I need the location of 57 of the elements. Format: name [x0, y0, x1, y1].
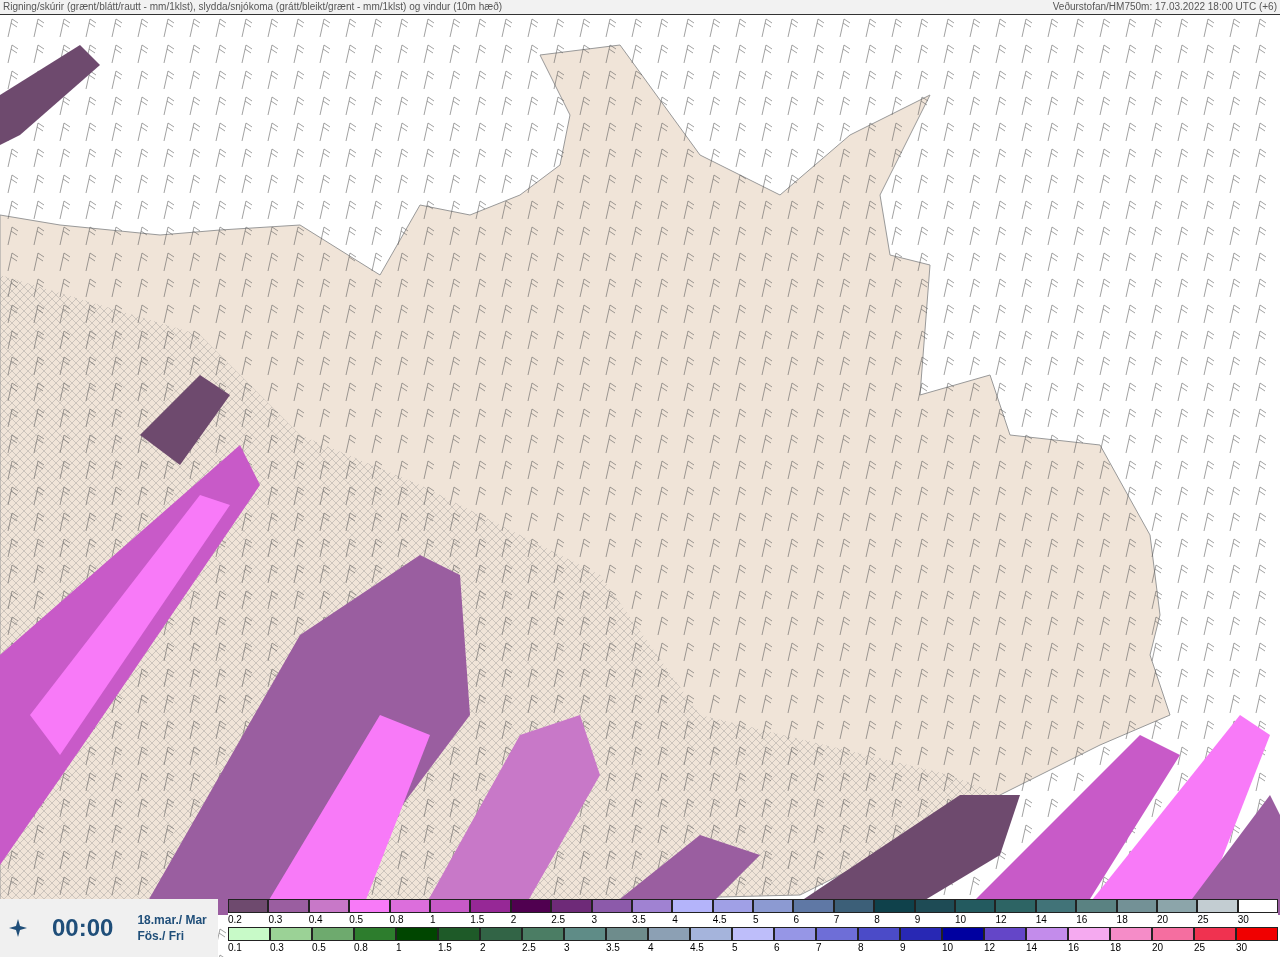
legend-value: 0.5: [312, 942, 326, 953]
forecast-time: 00:00: [52, 913, 114, 943]
legend-value: 0.8: [389, 914, 404, 925]
legend-value: 9: [914, 914, 921, 925]
legend-value: 3.5: [606, 942, 620, 953]
legend-value: 1: [429, 914, 436, 925]
legend-value: 16: [1068, 942, 1080, 953]
legend-value: 0.2: [228, 914, 242, 925]
legend-value: 3: [591, 914, 598, 925]
legend-value: 0.3: [270, 942, 284, 953]
legend-value: 0.8: [354, 942, 368, 953]
legend-value: 7: [816, 942, 822, 953]
legend-value: 18: [1116, 914, 1128, 925]
legend-value: 5: [753, 914, 759, 925]
legend-value: 4: [648, 942, 654, 953]
legend-value: 6: [793, 914, 800, 925]
legend-value: 18: [1110, 942, 1122, 953]
forecast-date: Fös./ Fri: [137, 928, 186, 944]
legend-value: 14: [1035, 914, 1047, 925]
legend-value: 7: [833, 914, 840, 925]
legend-value: 0.5: [349, 914, 364, 925]
legend-value: 9: [900, 942, 906, 953]
legend-value: 12: [995, 914, 1007, 925]
legend-value: 1.5: [470, 914, 485, 925]
legend-value: 5: [732, 942, 738, 953]
legend-value: 8: [858, 942, 864, 953]
legend-value: 10: [955, 914, 967, 925]
legend-value: 12: [984, 942, 996, 953]
legend-value: 0.1: [228, 942, 242, 953]
legend-value: 30: [1237, 914, 1249, 925]
source-timestamp: Veðurstofan/HM750m: 17.03.2022 18:00 UTC (+6): [1052, 0, 1277, 14]
wind-compass-icon: [8, 918, 28, 938]
legend-value: 6: [774, 942, 780, 953]
legend-value: 0.4: [308, 914, 323, 925]
legend-value: 14: [1026, 942, 1038, 953]
legend-value: 20: [1152, 942, 1164, 953]
forecast-date: 18.mar./ Mar: [137, 912, 207, 928]
legend-value: 2.5: [551, 914, 566, 925]
legend-value: 4.5: [690, 942, 704, 953]
legend-value: 20: [1157, 914, 1169, 925]
legend-value: 2.5: [522, 942, 536, 953]
legend-value: 30: [1236, 942, 1248, 953]
legend-value: 1.5: [438, 942, 452, 953]
legend-value: 3.5: [631, 914, 646, 925]
map-title: Rigning/skúrir (grænt/blátt/rautt - mm/1klst), slydda/snjókoma (grátt/bleikt/grænt - mm/1klst) og vindur (10m hæð): [3, 0, 503, 14]
legend-value: 25: [1194, 942, 1206, 953]
legend-value: 3: [564, 942, 570, 953]
legend-value: 2: [510, 914, 517, 925]
legend-value: 16: [1076, 914, 1088, 925]
legend-value: 8: [874, 914, 880, 925]
legend-value: 1: [396, 942, 402, 953]
legend-value: 4: [672, 914, 678, 925]
legend-value: 25: [1197, 914, 1209, 925]
legend-value: 4.5: [712, 914, 727, 925]
legend-value: 2: [480, 942, 486, 953]
legend-value: 10: [942, 942, 954, 953]
legend-value: 0.3: [268, 914, 283, 925]
